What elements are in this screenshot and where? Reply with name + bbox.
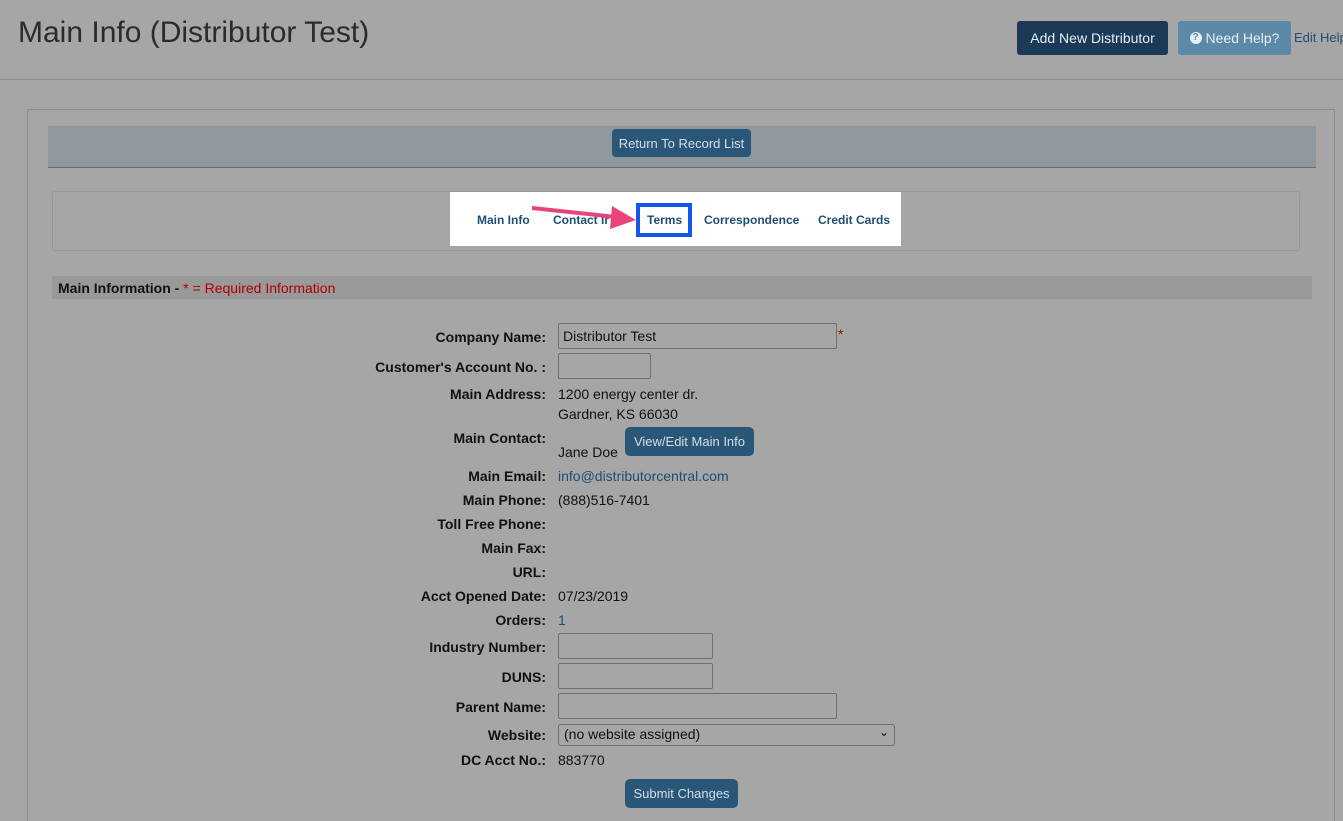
main-contact-row: Main Contact: Jane Doe View/Edit Main In…: [28, 427, 1328, 461]
parent-row: Parent Name:: [28, 693, 1328, 719]
tab-main-info[interactable]: Main Info: [477, 213, 530, 227]
website-label: Website:: [487, 727, 546, 743]
main-address-label: Main Address:: [450, 386, 546, 402]
main-fax-row: Main Fax:: [28, 540, 1328, 564]
account-no-input[interactable]: [558, 353, 651, 379]
section-header: Main Information - * = Required Informat…: [52, 276, 1312, 299]
duns-input[interactable]: [558, 663, 713, 689]
tab-correspondence[interactable]: Correspondence: [704, 213, 799, 227]
return-to-record-list-button[interactable]: Return To Record List: [612, 129, 751, 157]
submit-changes-button[interactable]: Submit Changes: [625, 779, 738, 808]
required-note: * = Required Information: [183, 280, 336, 296]
tabs-bar: Main Info Contact Info Terms Corresponde…: [52, 191, 1300, 251]
company-name-label: Company Name:: [435, 329, 546, 345]
edit-help-link[interactable]: Edit Help: [1294, 30, 1343, 45]
toll-free-label: Toll Free Phone:: [437, 516, 546, 532]
main-contact-label: Main Contact:: [453, 430, 546, 446]
company-name-input[interactable]: [558, 323, 837, 349]
main-phone-label: Main Phone:: [462, 492, 546, 508]
orders-link[interactable]: 1: [558, 612, 566, 628]
dc-acct-label: DC Acct No.:: [460, 752, 546, 768]
tab-credit-cards[interactable]: Credit Cards: [818, 213, 890, 227]
account-no-row: Customer's Account No. :: [28, 353, 1328, 379]
dc-acct-row: DC Acct No.: 883770: [28, 752, 1328, 776]
required-star: *: [838, 326, 844, 342]
website-row: Website: (no website assigned) ⌄: [28, 724, 1328, 748]
annotation-arrow-icon: [532, 206, 636, 229]
duns-row: DUNS:: [28, 663, 1328, 689]
tab-terms[interactable]: Terms: [636, 203, 692, 237]
duns-label: DUNS:: [501, 669, 546, 685]
dc-acct-value: 883770: [558, 752, 605, 768]
need-help-label: Need Help?: [1205, 30, 1280, 46]
main-panel: Return To Record List Main Info Contact …: [27, 109, 1335, 821]
question-circle-icon: ?: [1189, 32, 1202, 44]
company-name-row: Company Name: *: [28, 323, 1328, 349]
acct-opened-row: Acct Opened Date: 07/23/2019: [28, 588, 1328, 612]
orders-label: Orders:: [495, 612, 546, 628]
main-fax-label: Main Fax:: [481, 540, 546, 556]
tabs-highlight: Main Info Contact Info Terms Corresponde…: [450, 192, 901, 246]
industry-number-label: Industry Number:: [429, 639, 546, 655]
return-bar: Return To Record List: [48, 126, 1316, 168]
industry-number-input[interactable]: [558, 633, 713, 659]
section-title: Main Information -: [58, 280, 184, 296]
website-select[interactable]: (no website assigned) ⌄: [558, 724, 895, 746]
main-email-link[interactable]: info@distributorcentral.com: [558, 468, 729, 484]
main-phone-row: Main Phone: (888)516-7401: [28, 492, 1328, 516]
address-line2: Gardner, KS 66030: [558, 406, 678, 422]
address-row: Main Address: 1200 energy center dr. Gar…: [28, 386, 1328, 430]
main-email-row: Main Email: info@distributorcentral.com: [28, 468, 1328, 492]
toll-free-row: Toll Free Phone:: [28, 516, 1328, 540]
main-phone-value: (888)516-7401: [558, 492, 650, 508]
address-line1: 1200 energy center dr.: [558, 386, 699, 402]
page-title: Main Info (Distributor Test): [18, 16, 370, 49]
need-help-button[interactable]: ? Need Help?: [1178, 21, 1291, 55]
url-label: URL:: [512, 564, 546, 580]
url-row: URL:: [28, 564, 1328, 588]
tab-terms-label: Terms: [647, 213, 683, 227]
add-new-distributor-button[interactable]: Add New Distributor: [1017, 21, 1168, 55]
chevron-down-icon: ⌄: [878, 725, 889, 739]
acct-opened-value: 07/23/2019: [558, 588, 629, 604]
parent-name-label: Parent Name:: [455, 699, 546, 715]
page-header: Main Info (Distributor Test) Add New Dis…: [0, 0, 1343, 80]
parent-name-input[interactable]: [558, 693, 837, 719]
industry-row: Industry Number:: [28, 633, 1328, 659]
main-contact-value: Jane Doe: [558, 444, 618, 460]
website-selected-value: (no website assigned): [564, 726, 701, 742]
account-no-label: Customer's Account No. :: [375, 359, 546, 375]
acct-opened-label: Acct Opened Date:: [420, 588, 546, 604]
main-email-label: Main Email:: [468, 468, 546, 484]
view-edit-main-info-button[interactable]: View/Edit Main Info: [625, 427, 754, 456]
